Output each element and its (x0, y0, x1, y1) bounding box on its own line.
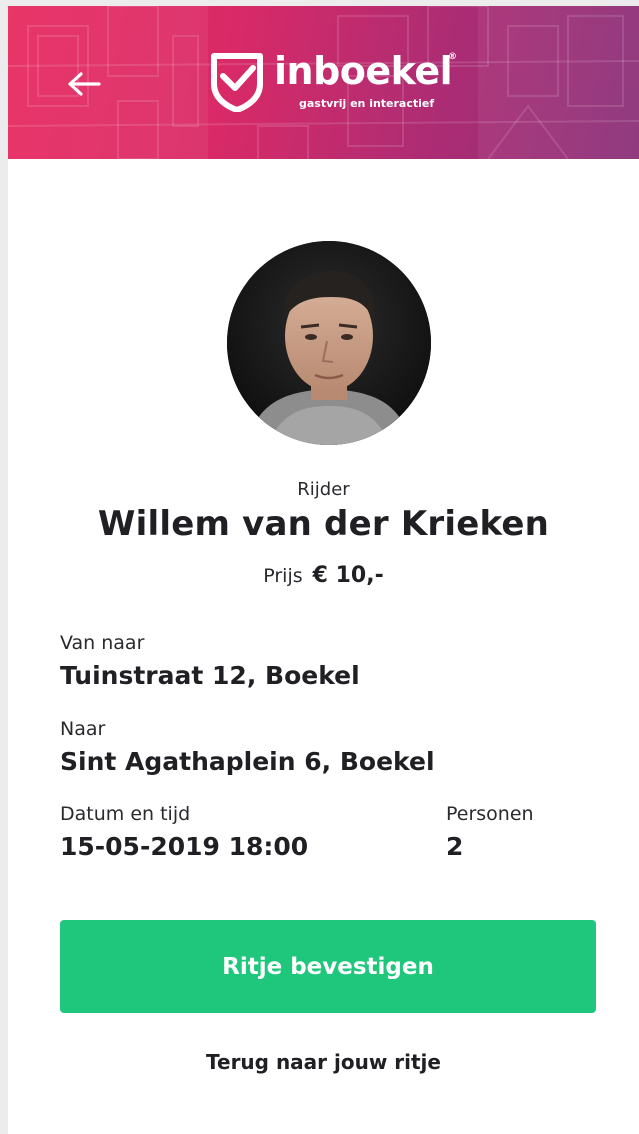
from-address: Tuinstraat 12, Boekel (60, 661, 360, 690)
header-banner: inboekel ® gastvrij en interactief (8, 6, 639, 159)
to-label: Naar (60, 718, 106, 740)
driver-photo (227, 241, 431, 445)
price-label: Prijs (263, 565, 303, 587)
driver-name: Willem van der Krieken (97, 504, 550, 544)
datetime-value: 15-05-2019 18:00 (60, 832, 309, 861)
back-to-ride-link[interactable]: Terug naar jouw ritje (8, 1050, 639, 1074)
from-label: Van naar (60, 632, 145, 654)
price-row: Prijs € 10,- (8, 563, 639, 588)
confirm-ride-button[interactable]: Ritje bevestigen (60, 920, 596, 1013)
datetime-label: Datum en tijd (60, 803, 191, 825)
back-button[interactable] (64, 64, 104, 104)
driver-role-label: Rijder (297, 479, 350, 500)
persons-label: Personen (446, 803, 534, 825)
driver-avatar (227, 241, 431, 445)
price-value: € 10,- (312, 563, 384, 588)
arrow-left-icon (68, 72, 101, 96)
brand-name: inboekel (274, 49, 453, 93)
ride-confirmation-card: inboekel ® gastvrij en interactief Rijde… (8, 6, 639, 1134)
brand-logo: inboekel ® gastvrij en interactief (208, 48, 468, 118)
brand-tagline: gastvrij en interactief (299, 97, 435, 110)
registered-mark: ® (448, 52, 457, 62)
inboekel-shield-logo-icon (211, 53, 263, 112)
to-address: Sint Agathaplein 6, Boekel (60, 747, 435, 776)
persons-value: 2 (446, 832, 464, 861)
